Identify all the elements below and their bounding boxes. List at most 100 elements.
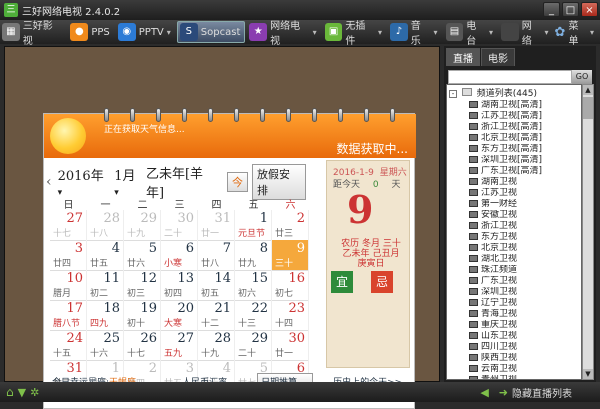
toolbar-item-5[interactable]: ▣ 无插件 ▾ (323, 21, 386, 47)
channel-item[interactable]: 浙江卫视 (447, 221, 581, 232)
calendar-day-cell[interactable]: 29 十九 (124, 210, 161, 241)
calendar-day-cell[interactable]: 21 十二 (198, 300, 235, 331)
toolbar-item-2[interactable]: ◉ PPTV ▾ (116, 21, 175, 43)
scroll-thumb[interactable] (583, 97, 593, 119)
channel-item[interactable]: 贵州卫视 (447, 375, 581, 379)
toolbar-item-8[interactable]: 网络 ▾ (499, 21, 553, 47)
calendar-day-cell[interactable]: 12 初三 (124, 270, 161, 301)
calendar-day-cell[interactable]: 17 腊八节 (50, 300, 87, 331)
calendar-day-cell[interactable]: 24 十五 (50, 330, 87, 361)
calendar-day-cell[interactable]: 28 十九 (198, 330, 235, 361)
chevron-down-icon[interactable]: ▾ (378, 28, 382, 37)
channel-item[interactable]: 陕西卫视 (447, 353, 581, 364)
channel-item[interactable]: 浙江卫视[高清] (447, 122, 581, 133)
year-select[interactable]: 2016年▾ (58, 165, 109, 199)
chevron-down-icon[interactable]: ▾ (434, 28, 438, 37)
collapse-icon[interactable]: - (449, 90, 457, 98)
toolbar-item-7[interactable]: ▤ 电台 ▾ (444, 21, 498, 47)
tab-movies[interactable]: 电影 (481, 48, 515, 66)
search-go-button[interactable]: GO (572, 70, 592, 84)
inauspicious-badge[interactable]: 忌 (371, 271, 393, 293)
channel-item[interactable]: 珠江频道 (447, 265, 581, 276)
calendar-day-cell[interactable]: 1 元旦节 (235, 210, 272, 241)
channel-item[interactable]: 四川卫视 (447, 342, 581, 353)
channel-item[interactable]: 山东卫视 (447, 331, 581, 342)
toolbar-item-4[interactable]: ★ 网络电视 ▾ (247, 21, 320, 47)
calendar-day-cell[interactable]: 14 初五 (198, 270, 235, 301)
toolbar-item-1[interactable]: ● PPS (68, 21, 113, 43)
calendar-day-cell[interactable]: 8 廿九 (235, 240, 272, 271)
scroll-up-icon[interactable]: ▲ (583, 85, 593, 95)
calendar-day-cell[interactable]: 22 十三 (235, 300, 272, 331)
arrow-right-icon[interactable]: ➜ (499, 386, 508, 399)
channel-item[interactable]: 深圳卫视[高清] (447, 155, 581, 166)
calendar-day-cell[interactable]: 23 十四 (272, 300, 309, 331)
holiday-button[interactable]: 放假安排 (252, 164, 306, 200)
channel-item[interactable]: 东方卫视[高清] (447, 144, 581, 155)
toolbar-item-6[interactable]: ♪ 音乐 ▾ (388, 21, 442, 47)
channel-item[interactable]: 广东卫视[高清] (447, 166, 581, 177)
calendar-day-cell[interactable]: 6 小寒 (161, 240, 198, 271)
calendar-day-cell[interactable]: 19 初十 (124, 300, 161, 331)
hide-list-button[interactable]: 隐藏直播列表 (512, 385, 572, 400)
calendar-day-cell[interactable]: 9 三十 (272, 240, 309, 271)
auspicious-badge[interactable]: 宜 (331, 271, 353, 293)
chevron-down-icon[interactable]: ▾ (167, 28, 171, 37)
chevron-down-icon[interactable]: ▾ (590, 28, 594, 37)
chevron-down-icon[interactable]: ▾ (545, 28, 549, 37)
calendar-day-cell[interactable]: 30 廿一 (272, 330, 309, 361)
search-input[interactable] (448, 70, 572, 84)
calendar-day-cell[interactable]: 10 腊月 (50, 270, 87, 301)
channel-item[interactable]: 北京卫视[高清] (447, 133, 581, 144)
channel-item[interactable]: 云南卫视 (447, 364, 581, 375)
menu-button[interactable]: 菜单 (568, 17, 588, 47)
channel-item[interactable]: 辽宁卫视 (447, 298, 581, 309)
calendar-day-cell[interactable]: 29 二十 (235, 330, 272, 361)
channel-item[interactable]: 重庆卫视 (447, 320, 581, 331)
toolbar-item-3[interactable]: S Sopcast (176, 21, 246, 43)
channel-item[interactable]: 东方卫视 (447, 232, 581, 243)
calendar-day-cell[interactable]: 26 十七 (124, 330, 161, 361)
calendar-day-cell[interactable]: 28 十八 (87, 210, 124, 241)
prev-month-button[interactable]: ‹ (46, 174, 52, 190)
channel-root[interactable]: - 频道列表(445) (447, 85, 581, 100)
calendar-day-cell[interactable]: 2 廿三 (272, 210, 309, 241)
calendar-day-cell[interactable]: 7 廿八 (198, 240, 235, 271)
channel-item[interactable]: 安徽卫视 (447, 210, 581, 221)
calendar-day-cell[interactable]: 3 廿四 (50, 240, 87, 271)
calendar-day-cell[interactable]: 20 大寒 (161, 300, 198, 331)
channel-item[interactable]: 第一财经 (447, 199, 581, 210)
month-select[interactable]: 1月▾ (114, 165, 140, 199)
channel-item[interactable]: 青海卫视 (447, 309, 581, 320)
channel-item[interactable]: 北京卫视 (447, 243, 581, 254)
calendar-day-cell[interactable]: 27 十七 (50, 210, 87, 241)
calendar-day-cell[interactable]: 16 初七 (272, 270, 309, 301)
channel-item[interactable]: 广东卫视 (447, 276, 581, 287)
calendar-day-cell[interactable]: 15 初六 (235, 270, 272, 301)
today-button[interactable]: 今 (227, 172, 249, 192)
maximize-button[interactable]: □ (562, 2, 579, 17)
channel-item[interactable]: 湖北卫视 (447, 254, 581, 265)
tab-live[interactable]: 直播 (446, 48, 480, 66)
channel-item[interactable]: 江苏卫视[高清] (447, 111, 581, 122)
calendar-day-cell[interactable]: 27 五九 (161, 330, 198, 361)
calendar-day-cell[interactable]: 31 廿一 (198, 210, 235, 241)
calendar-day-cell[interactable]: 4 廿五 (87, 240, 124, 271)
close-button[interactable]: × (581, 2, 598, 17)
channel-item[interactable]: 江苏卫视 (447, 188, 581, 199)
chevron-down-icon[interactable]: ▾ (313, 28, 317, 37)
settings-icon[interactable]: ✲ (30, 386, 39, 399)
calendar-day-cell[interactable]: 5 廿六 (124, 240, 161, 271)
channel-item[interactable]: 深圳卫视 (447, 287, 581, 298)
channel-item[interactable]: 湖南卫视[高清] (447, 100, 581, 111)
gear-icon[interactable]: ✿ (555, 25, 566, 40)
calendar-day-cell[interactable]: 25 十六 (87, 330, 124, 361)
volume-icon[interactable]: ◀ (480, 386, 488, 399)
chevron-down-icon[interactable]: ▾ (489, 28, 493, 37)
calendar-day-cell[interactable]: 30 二十 (161, 210, 198, 241)
channel-item[interactable]: 湖南卫视 (447, 177, 581, 188)
calendar-day-cell[interactable]: 13 初四 (161, 270, 198, 301)
calendar-day-cell[interactable]: 11 初二 (87, 270, 124, 301)
home-icon[interactable]: ⌂ (6, 385, 14, 399)
calendar-day-cell[interactable]: 18 四九 (87, 300, 124, 331)
